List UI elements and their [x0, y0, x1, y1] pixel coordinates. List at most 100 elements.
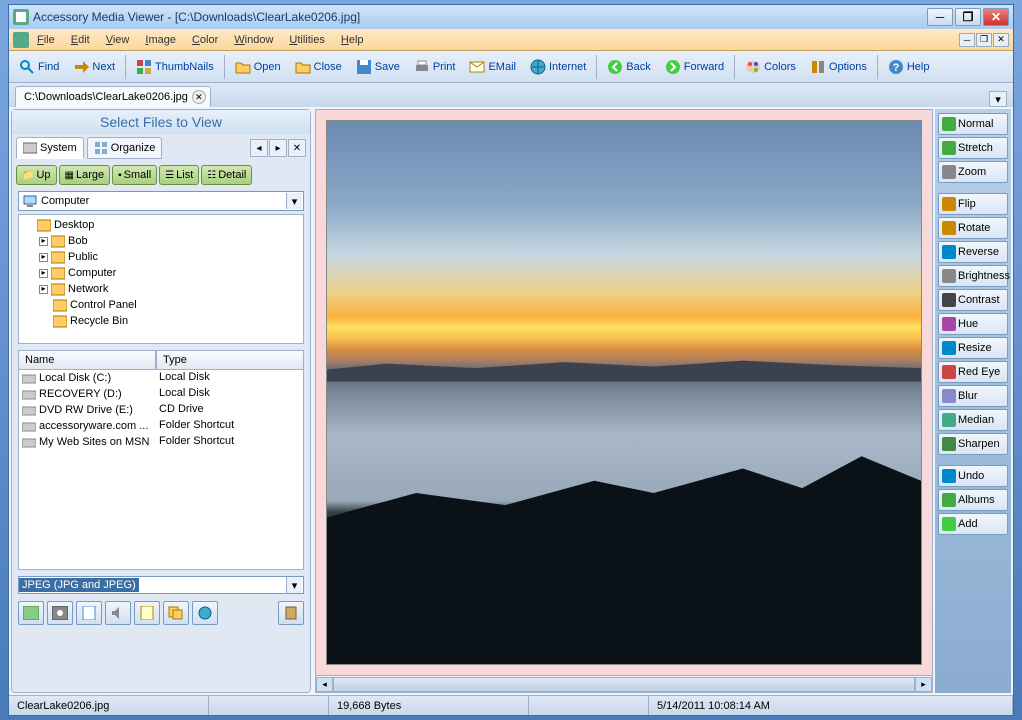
tool-stretch[interactable]: Stretch [938, 137, 1008, 159]
tool-median[interactable]: Median [938, 409, 1008, 431]
tool-redeye[interactable]: Red Eye [938, 361, 1008, 383]
toolbar-forward[interactable]: Forward [659, 56, 730, 78]
expand-icon[interactable]: ▸ [39, 285, 48, 294]
expand-icon[interactable]: ▸ [39, 237, 48, 246]
file-row[interactable]: My Web Sites on MSNFolder Shortcut [19, 434, 303, 450]
media-copy-button[interactable] [163, 601, 189, 625]
tab-close-icon[interactable]: ✕ [192, 90, 206, 104]
toolbar-save[interactable]: Save [350, 56, 406, 78]
file-row[interactable]: accessoryware.com ...Folder Shortcut [19, 418, 303, 434]
menubar: File Edit View Image Color Window Utilit… [9, 29, 1013, 51]
tree-node[interactable]: Desktop [21, 217, 301, 233]
tree-node[interactable]: ▸Public [21, 249, 301, 265]
tool-blur[interactable]: Blur [938, 385, 1008, 407]
mdi-close[interactable]: ✕ [993, 33, 1009, 47]
tool-reverse[interactable]: Reverse [938, 241, 1008, 263]
menu-file[interactable]: File [29, 31, 63, 49]
scroll-left-button[interactable]: ◂ [316, 677, 333, 692]
toolbar-open[interactable]: Open [229, 56, 287, 78]
expand-icon[interactable]: ▸ [39, 253, 48, 262]
main-toolbar: Find Next ThumbNails Open Close Save Pri… [9, 51, 1013, 83]
column-type[interactable]: Type [156, 350, 304, 370]
toolbar-colors[interactable]: Colors [739, 56, 802, 78]
menu-edit[interactable]: Edit [63, 31, 98, 49]
tool-resize[interactable]: Resize [938, 337, 1008, 359]
toolbar-options[interactable]: Options [804, 56, 873, 78]
horizontal-scrollbar[interactable]: ◂ ▸ [315, 676, 933, 693]
file-row[interactable]: Local Disk (C:)Local Disk [19, 370, 303, 386]
toolbar-print[interactable]: Print [408, 56, 462, 78]
menu-window[interactable]: Window [226, 31, 281, 49]
scroll-right-button[interactable]: ▸ [915, 677, 932, 692]
nav-close-button[interactable]: ✕ [288, 139, 306, 157]
file-row[interactable]: DVD RW Drive (E:)CD Drive [19, 402, 303, 418]
tool-normal[interactable]: Normal [938, 113, 1008, 135]
tool-hue[interactable]: Hue [938, 313, 1008, 335]
nav-forward-button[interactable]: ▸ [269, 139, 287, 157]
toolbar-close[interactable]: Close [289, 56, 348, 78]
tree-node[interactable]: Recycle Bin [21, 313, 301, 329]
chevron-down-icon[interactable]: ▾ [286, 193, 302, 209]
file-type-filter[interactable]: JPEG (JPG and JPEG) ▾ [18, 576, 304, 594]
menu-color[interactable]: Color [184, 31, 226, 49]
view-list-button[interactable]: ☰ List [159, 165, 199, 185]
tree-node[interactable]: Control Panel [21, 297, 301, 313]
menu-image[interactable]: Image [137, 31, 184, 49]
media-video-button[interactable] [47, 601, 73, 625]
toolbar-back[interactable]: Back [601, 56, 656, 78]
tool-rotate[interactable]: Rotate [938, 217, 1008, 239]
media-paste-button[interactable] [278, 601, 304, 625]
view-large-button[interactable]: ▦ Large [59, 165, 111, 185]
contrast-icon [942, 293, 956, 307]
tab-system[interactable]: System [16, 137, 84, 159]
close-button[interactable]: ✕ [983, 8, 1009, 26]
minimize-button[interactable]: ─ [927, 8, 953, 26]
media-text-button[interactable] [134, 601, 160, 625]
tab-overflow-button[interactable]: ▾ [989, 91, 1007, 107]
tool-sharpen[interactable]: Sharpen [938, 433, 1008, 455]
app-window: Accessory Media Viewer - [C:\Downloads\C… [8, 4, 1014, 716]
tool-albums[interactable]: Albums [938, 489, 1008, 511]
media-docs-button[interactable] [76, 601, 102, 625]
toolbar-help[interactable]: ?Help [882, 56, 936, 78]
mdi-restore[interactable]: ❐ [976, 33, 992, 47]
tool-undo[interactable]: Undo [938, 465, 1008, 487]
tool-contrast[interactable]: Contrast [938, 289, 1008, 311]
chevron-down-icon[interactable]: ▾ [286, 577, 302, 593]
tree-node[interactable]: ▸Bob [21, 233, 301, 249]
toolbar-internet[interactable]: Internet [524, 56, 592, 78]
toolbar-next[interactable]: Next [67, 56, 121, 78]
toolbar-thumbnails[interactable]: ThumbNails [130, 56, 220, 78]
mdi-minimize[interactable]: ─ [959, 33, 975, 47]
tool-flip[interactable]: Flip [938, 193, 1008, 215]
column-name[interactable]: Name [18, 350, 156, 370]
file-list: Local Disk (C:)Local DiskRECOVERY (D:)Lo… [18, 370, 304, 570]
tool-zoom[interactable]: Zoom [938, 161, 1008, 183]
photo-canvas[interactable] [326, 120, 922, 665]
menu-view[interactable]: View [98, 31, 138, 49]
menu-utilities[interactable]: Utilities [281, 31, 332, 49]
tool-brightness[interactable]: Brightness [938, 265, 1008, 287]
view-up-button[interactable]: 📁 Up [16, 165, 57, 185]
maximize-button[interactable]: ❐ [955, 8, 981, 26]
toolbar-email[interactable]: EMail [463, 56, 522, 78]
view-small-button[interactable]: ▪ Small [112, 165, 157, 185]
location-combo[interactable]: Computer ▾ [18, 191, 304, 211]
media-image-button[interactable] [18, 601, 44, 625]
tree-node[interactable]: ▸Computer [21, 265, 301, 281]
media-audio-button[interactable] [105, 601, 131, 625]
tab-organize[interactable]: Organize [87, 137, 163, 159]
nav-back-button[interactable]: ◂ [250, 139, 268, 157]
view-detail-button[interactable]: ☷ Detail [201, 165, 252, 185]
tool-add[interactable]: Add [938, 513, 1008, 535]
media-web-button[interactable] [192, 601, 218, 625]
menu-help[interactable]: Help [333, 31, 372, 49]
location-text: Computer [41, 195, 89, 207]
file-row[interactable]: RECOVERY (D:)Local Disk [19, 386, 303, 402]
toolbar-find[interactable]: Find [13, 56, 65, 78]
doc-tab[interactable]: C:\Downloads\ClearLake0206.jpg ✕ [15, 86, 211, 107]
tree-node[interactable]: ▸Network [21, 281, 301, 297]
drive-icon [22, 403, 36, 417]
app-small-icon [13, 32, 29, 48]
expand-icon[interactable]: ▸ [39, 269, 48, 278]
